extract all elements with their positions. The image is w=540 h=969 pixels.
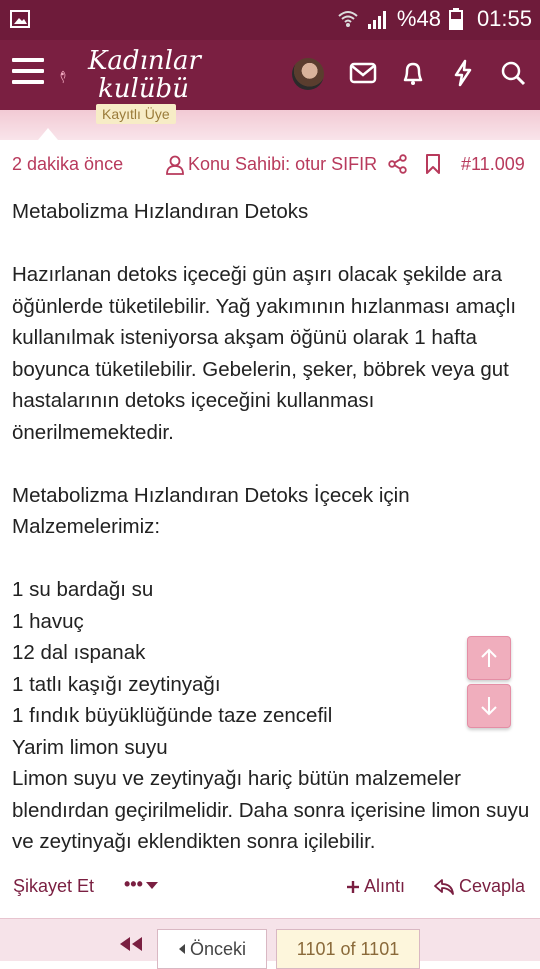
post-time[interactable]: 2 dakika önce [12,154,123,175]
post-heading-2: Metabolizma Hızlandıran Detoks İçecek iç… [12,483,410,539]
messages-icon[interactable] [348,58,378,88]
previous-page-button[interactable]: Önceki [157,929,267,969]
arrow-down-icon [481,697,497,716]
ingredient-item: 1 havuç [12,609,84,633]
user-title-badge: Kayıtlı Üye [96,104,176,124]
post-pointer [38,128,58,140]
logo-text-line1: Kadınlar [88,46,201,76]
logo-text-line2: kulübü [98,74,189,104]
scroll-up-button[interactable] [467,636,511,680]
ingredient-item: 1 tatlı kaşığı zeytinyağı [12,672,221,696]
quote-label: Alıntı [364,876,406,896]
quote-button[interactable]: Alıntı [346,876,405,897]
post-meta: 2 dakika önce Konu Sahibi: otur SIFIR #1… [0,140,540,188]
bookmark-icon[interactable] [424,153,442,175]
thread-owner-text: Konu Sahibi: otur SIFIR [188,154,378,174]
avatar[interactable] [292,58,324,90]
post-paragraph-2: Limon suyu ve zeytinyağı hariç bütün mal… [12,767,530,853]
ingredient-item: 1 su bardağı su [12,578,154,601]
bolt-icon[interactable] [448,58,478,88]
reply-label: Cevapla [459,876,526,896]
signal-icon [367,11,386,29]
share-icon[interactable] [388,154,408,174]
report-link[interactable]: Şikayet Et [13,876,94,897]
reply-button[interactable]: Cevapla [433,876,525,897]
app-header: Kadınlar kulübü [0,40,540,110]
post-actions: Şikayet Et ••• Alıntı Cevapla [0,866,540,906]
caret-left-icon [178,944,185,954]
wifi-icon [338,11,358,27]
more-label: ••• [124,874,143,894]
thread-owner: Konu Sahibi: otur SIFIR [166,154,377,175]
user-icon [166,155,184,175]
battery-percent: %48 [396,6,441,31]
reply-icon [434,878,454,895]
search-icon[interactable] [498,58,528,88]
plus-icon [347,880,359,893]
post-paragraph-1: Hazırlanan detoks içeceği gün aşırı olac… [12,263,517,444]
battery-icon [448,8,463,30]
pagination: Önceki 1101 of 1101 [0,918,540,969]
first-page-icon[interactable] [118,935,144,953]
post-body: Metabolizma Hızlandıran Detoks Hazırlana… [12,196,532,858]
post-title: Metabolizma Hızlandıran Detoks [12,200,309,223]
ingredient-item: 12 dal ıspanak [12,641,146,664]
menu-icon [12,58,44,62]
clock: 01:55 [476,6,532,31]
ingredient-item: 1 fındık büyüklüğünde taze zencefil [12,704,333,727]
scroll-down-button[interactable] [467,684,511,728]
bell-icon[interactable] [398,58,428,88]
image-icon [10,10,30,28]
post-number[interactable]: #11.009 [461,154,525,175]
arrow-up-icon [481,648,497,667]
user-strip [0,110,540,140]
caret-down-icon [145,881,158,889]
menu-button[interactable] [12,58,44,88]
previous-label: Önceki [189,938,247,959]
ingredient-item: Yarim limon suyu [12,735,168,759]
status-bar: %48 01:55 [0,0,540,40]
more-actions-button[interactable]: ••• [124,874,159,895]
page-indicator[interactable]: 1101 of 1101 [276,929,420,969]
